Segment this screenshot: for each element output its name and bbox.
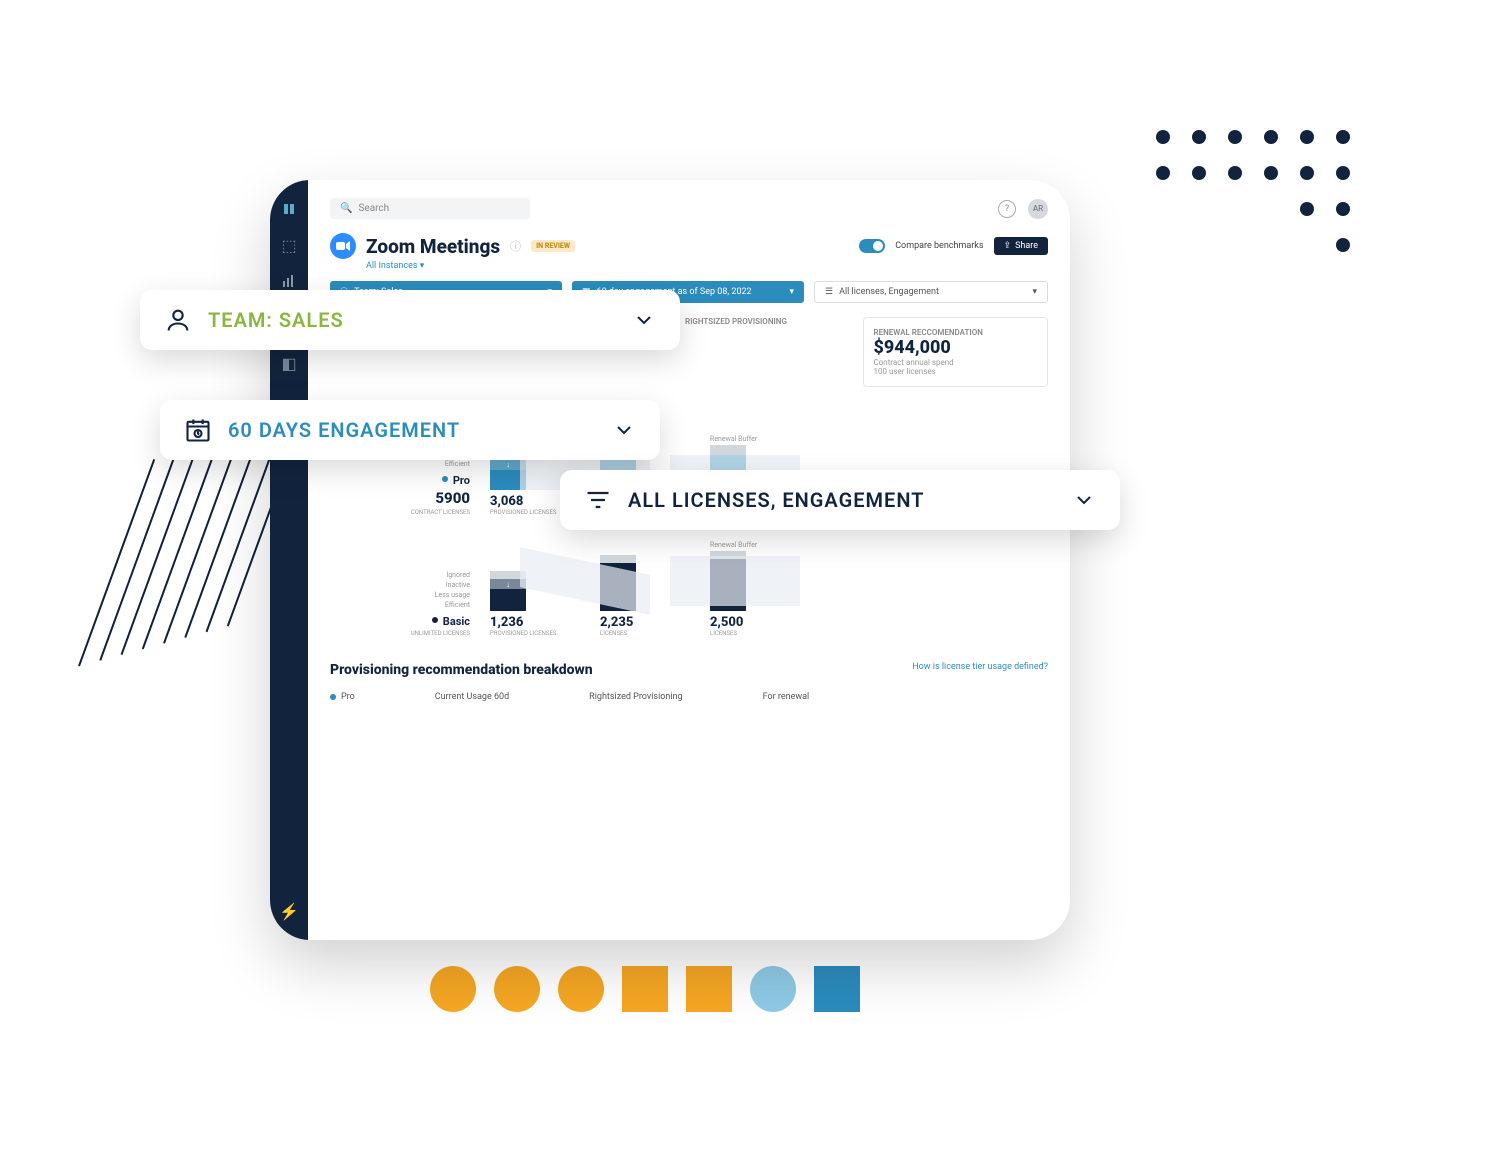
instances-link[interactable]: All Instances ▾ xyxy=(366,261,1048,271)
usage-definition-link[interactable]: How is license tier usage defined? xyxy=(912,662,1048,672)
search-placeholder: Search xyxy=(358,203,389,214)
renewal-value: $944,000 xyxy=(874,337,1038,358)
app-logo-icon xyxy=(330,233,356,259)
callout-days[interactable]: 60 DAYS ENGAGEMENT xyxy=(160,400,660,460)
chevron-down-icon xyxy=(1072,488,1096,512)
nav-home-icon[interactable]: ⬚ xyxy=(280,236,298,254)
callout-team[interactable]: TEAM: SALES xyxy=(140,290,680,350)
tier-row-basic: Ignored Inactive Less usage Efficient Ba… xyxy=(330,541,1048,637)
renewal-sub1: Contract annual spend xyxy=(874,358,1038,367)
renewal-sub2: 100 user licenses xyxy=(874,367,1038,376)
filter-licenses[interactable]: ☰All licenses, Engagement▾ xyxy=(814,281,1048,303)
filter-lines-icon xyxy=(584,486,612,514)
person-icon xyxy=(164,306,192,334)
renewal-label: RENEWAL RECCOMENDATION xyxy=(874,328,1038,337)
search-icon: 🔍 xyxy=(340,203,352,214)
callout-label: ALL LICENSES, ENGAGEMENT xyxy=(628,488,924,512)
page-title: Zoom Meetings xyxy=(366,235,500,258)
chevron-down-icon xyxy=(632,308,656,332)
compare-label: Compare benchmarks xyxy=(895,241,983,251)
decoration-shapes xyxy=(430,966,860,1012)
logo-icon xyxy=(280,200,298,218)
info-icon[interactable]: ⓘ xyxy=(510,238,521,254)
callout-label: TEAM: SALES xyxy=(208,308,344,332)
tier-contract-value: 5900 xyxy=(435,489,470,507)
decoration-dots xyxy=(1156,130,1350,252)
nav-analytics-icon[interactable] xyxy=(280,272,298,290)
callout-label: 60 DAYS ENGAGEMENT xyxy=(228,418,460,442)
metric-rightsized-label: RIGHTSIZED PROVISIONING xyxy=(685,317,849,326)
help-icon[interactable]: ? xyxy=(998,200,1016,218)
user-avatar[interactable]: AR xyxy=(1028,199,1048,219)
callout-licenses[interactable]: ALL LICENSES, ENGAGEMENT xyxy=(560,470,1120,530)
compare-toggle[interactable] xyxy=(859,239,885,253)
nav-item-icon[interactable]: ◧ xyxy=(280,354,298,372)
chevron-down-icon xyxy=(612,418,636,442)
share-icon: ⇪ xyxy=(1004,241,1012,251)
renewal-card: RENEWAL RECCOMENDATION $944,000 Contract… xyxy=(863,317,1049,387)
status-badge: IN REVIEW xyxy=(531,240,575,252)
search-input[interactable]: 🔍 Search xyxy=(330,198,530,219)
filter-icon: ☰ xyxy=(825,287,833,297)
tier-name: Pro xyxy=(453,474,470,487)
tier-name: Basic xyxy=(443,615,470,628)
share-button[interactable]: ⇪Share xyxy=(994,237,1048,255)
nav-plug-icon[interactable]: ⚡ xyxy=(280,902,298,920)
calendar-icon xyxy=(184,416,212,444)
